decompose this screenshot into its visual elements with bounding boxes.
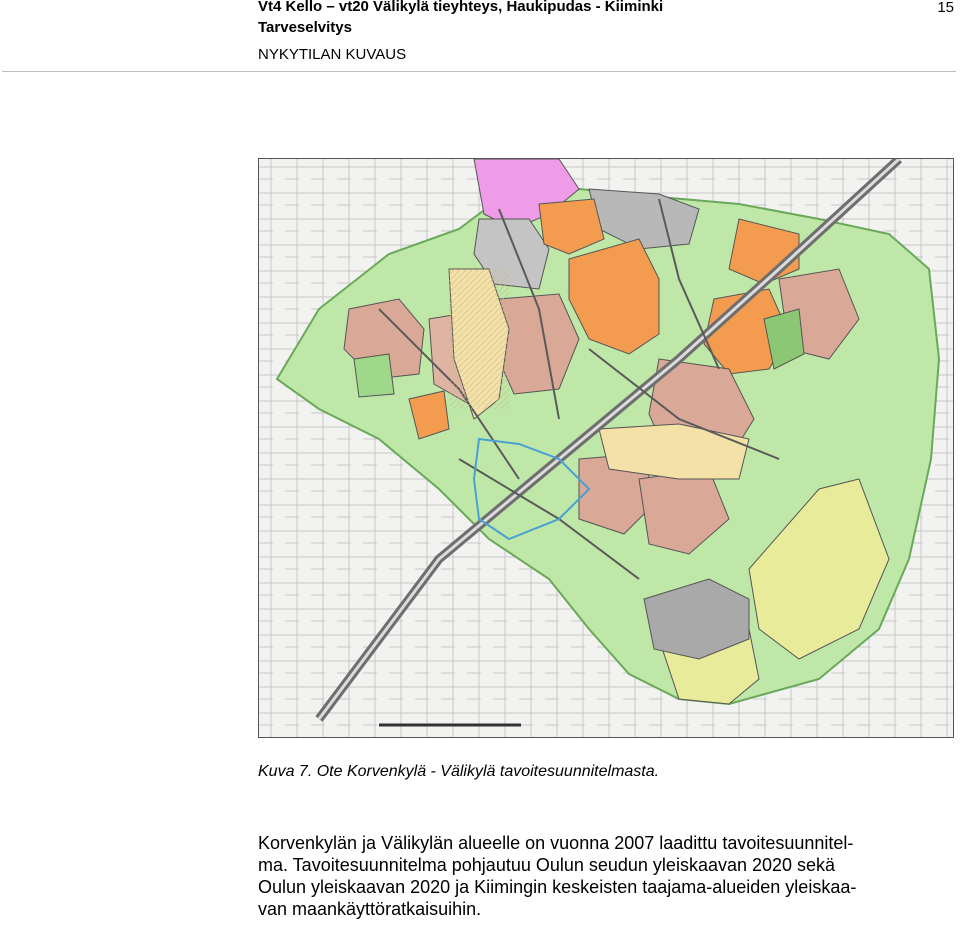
page-number: 15 bbox=[937, 0, 954, 16]
hatch-overlay bbox=[449, 269, 509, 409]
body-line: van maankäyttöratkaisuihin. bbox=[258, 899, 482, 919]
body-line: Korvenkylän ja Välikylän alueelle on vuo… bbox=[258, 833, 854, 853]
header-divider bbox=[2, 71, 956, 72]
body-paragraph: Korvenkylän ja Välikylän alueelle on vuo… bbox=[258, 832, 958, 920]
land-use-plan-map bbox=[258, 158, 954, 738]
figure-caption: Kuva 7. Ote Korvenkylä - Välikylä tavoit… bbox=[258, 763, 660, 780]
body-line: Oulun yleiskaavan 2020 ja Kiimingin kesk… bbox=[258, 877, 857, 897]
map-image bbox=[259, 159, 953, 737]
zone-recreation-2 bbox=[353, 353, 395, 398]
document-title: Vt4 Kello – vt20 Välikylä tieyhteys, Hau… bbox=[258, 0, 664, 15]
section-heading: NYKYTILAN KUVAUS bbox=[258, 46, 407, 63]
body-line: ma. Tavoitesuunnitelma pohjautuu Oulun s… bbox=[258, 855, 836, 875]
document-subtitle: Tarveselvitys bbox=[258, 19, 352, 36]
